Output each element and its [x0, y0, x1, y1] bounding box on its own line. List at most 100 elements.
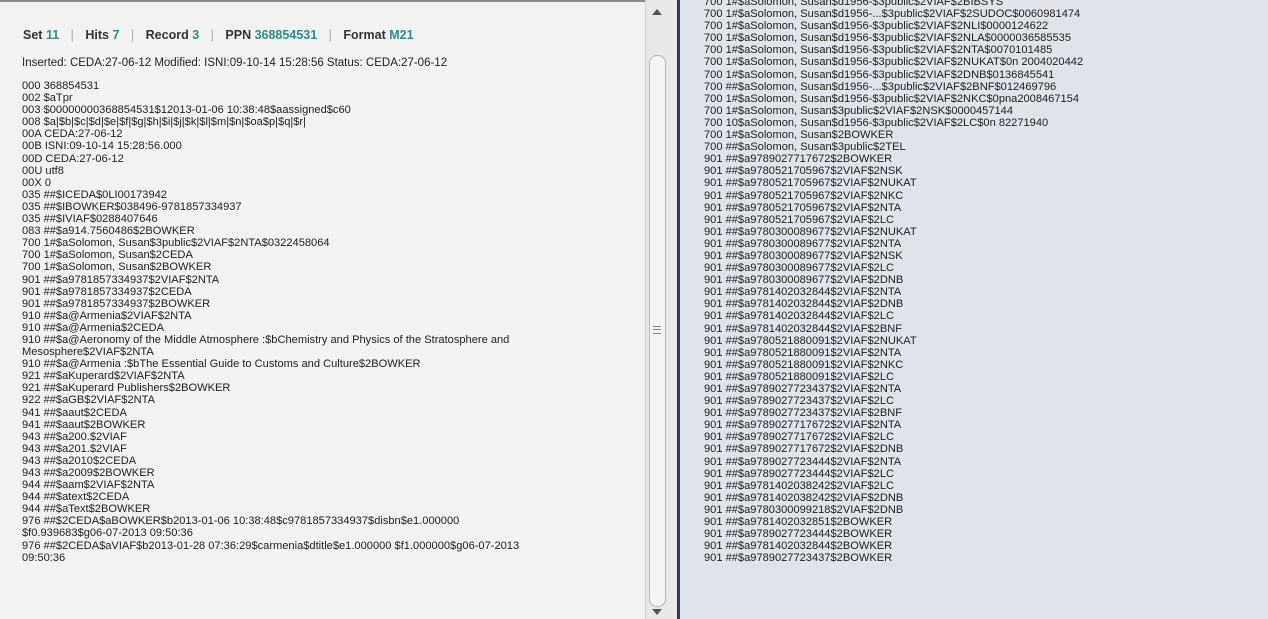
record-field-line: 000 368854531 [22, 80, 100, 92]
record-field-line: 901 ##$a9789027717672$2VIAF$2LC [704, 431, 894, 444]
record-field-line: 901 ##$a9789027717672$2VIAF$2NTA [704, 419, 902, 432]
record-field-line: 901 ##$a9789027723444$2VIAF$2NTA [704, 455, 902, 468]
record-field-line: 901 ##$a9780300089677$2VIAF$2NSK [704, 249, 903, 262]
status-separator: | [130, 28, 135, 42]
record-field-line: 700 1#$aSolomon, Susan$d1956-$3public$2V… [704, 0, 1004, 8]
scroll-grip-icon [653, 326, 661, 334]
record-field-line: 700 1#$aSolomon, Susan$d1956-$3public$2V… [704, 32, 1072, 45]
record-field-line: 910 ##$a@Armenia$2CEDA [22, 321, 165, 334]
record-field-line: 700 1#$aSolomon, Susan$d1956-...$3public… [704, 8, 1081, 21]
record-field-line: 00U utf8 [22, 164, 64, 177]
record-field-line: 901 ##$a9781402032844$2VIAF$2BNF [704, 322, 903, 335]
record-field-line: 901 ##$a9780300089677$2VIAF$2NUKAT [704, 225, 917, 238]
record-field-line: 901 ##$a9780300089677$2VIAF$2DNB [704, 274, 904, 287]
format-value: M21 [389, 28, 414, 42]
record-value: 3 [192, 28, 200, 42]
record-field-line: 003 $00000000368854531$12013-01-06 10:38… [22, 104, 351, 117]
record-field-line: 700 1#$aSolomon, Susan$d1956-$3public$2V… [704, 56, 1084, 69]
record-field-line: 941 ##$aaut$2CEDA [22, 406, 127, 419]
record-fields[interactable]: 000 368854531 002 $aTpr 003 $0000000036885… [22, 80, 622, 564]
record-field-line: 910 ##$a@Armenia :$bThe Essential Guide … [22, 358, 421, 371]
record-status-bar: Set 11 | Hits 7 | Record 3 | PPN 3688545… [23, 28, 414, 42]
record-field-line: 901 ##$a9781857334937$2VIAF$2NTA [22, 273, 220, 286]
record-field-line: 700 1#$aSolomon, Susan$d1956-$3public$2V… [704, 92, 1080, 105]
record-field-line: 901 ##$a9781402038242$2VIAF$2LC [704, 479, 894, 492]
record-field-line: 943 ##$a201.$2VIAF [22, 442, 127, 455]
record-field-line: 035 ##$ICEDA$0LI00173942 [22, 188, 167, 201]
record-field-line: 901 ##$a9780521705967$2VIAF$2LC [704, 213, 894, 226]
record-field-line: 901 ##$a9781857334937$2BOWKER [22, 297, 211, 310]
record-field-line: 901 ##$a9780300089677$2VIAF$2LC [704, 262, 894, 275]
record-field-line: 921 ##$aKuperard Publishers$2BOWKER [22, 382, 231, 395]
format-label: Format [343, 28, 386, 42]
merged-fields[interactable]: 700 1#$aSolomon, Susan$d1956-$3public$2V… [704, 0, 1083, 564]
record-field-line: 901 ##$a9780300099218$2VIAF$2DNB [704, 503, 904, 516]
set-value: 11 [45, 28, 60, 42]
record-field-line: 944 ##$aText$2BOWKER [22, 503, 151, 516]
record-field-line: 008 $a|$b|$c|$d|$e|$f|$g|$h|$i|$j|$k|$l|… [22, 116, 307, 129]
record-field-line: 083 ##$a914.7560486$2BOWKER [22, 225, 195, 238]
record-field-line: 700 1#$aSolomon, Susan$2BOWKER [22, 261, 212, 274]
record-field-line: 901 ##$a9781402032844$2VIAF$2LC [704, 310, 894, 323]
record-field-line: 901 ##$a9780521880091$2VIAF$2LC [704, 370, 894, 383]
record-field-line: 901 ##$a9789027717672$2BOWKER [704, 153, 893, 166]
record-display-pane: Set 11 | Hits 7 | Record 3 | PPN 3688545… [0, 0, 645, 619]
merged-fields-pane: 700 1#$aSolomon, Susan$d1956-$3public$2V… [680, 0, 1268, 619]
record-field-line: 943 ##$a200.$2VIAF [22, 430, 127, 443]
record-field-line: 901 ##$a9789027723437$2VIAF$2LC [704, 395, 894, 408]
record-field-line: 09:50:36 [22, 551, 66, 564]
record-metadata-line: Inserted: CEDA:27-06-12 Modified: ISNI:0… [22, 57, 448, 69]
scroll-down-arrow-icon[interactable] [652, 609, 662, 615]
ppn-value: 368854531 [254, 28, 318, 42]
record-field-line: 944 ##$aam$2VIAF$2NTA [22, 479, 155, 492]
record-field-line: 00B ISNI:09-10-14 15:28:56.000 [22, 140, 182, 153]
record-field-line: 700 1#$aSolomon, Susan$2BOWKER [704, 129, 894, 142]
record-field-line: 901 ##$a9789027723437$2VIAF$2NTA [704, 383, 902, 395]
record-field-line: 700 1#$aSolomon, Susan$d1956-$3public$2V… [704, 44, 1053, 57]
pane-top-border [0, 0, 645, 2]
scroll-up-arrow-icon[interactable] [652, 9, 662, 15]
record-field-line: 901 ##$a9789027717672$2VIAF$2DNB [704, 443, 904, 456]
status-separator: | [210, 28, 214, 42]
record-field-line: 700 1#$aSolomon, Susan$d1956-$3public$2V… [704, 20, 1049, 33]
record-field-line: 901 ##$a9789027723437$2BOWKER [704, 552, 893, 565]
record-field-line: 700 ##$aSolomon, Susan$d1956-...$3public… [704, 80, 1057, 93]
record-field-line: 901 ##$a9789027723444$2BOWKER [704, 528, 893, 541]
record-field-line: Mesosphere$2VIAF$2NTA [22, 346, 154, 359]
record-field-line: 901 ##$a9780521705967$2VIAF$2NKC [704, 189, 904, 202]
hits-value: 7 [112, 28, 120, 42]
record-field-line: 700 ##$aSolomon, Susan$3public$2TEL [704, 141, 906, 154]
record-field-line: 002 $aTpr [22, 92, 73, 105]
record-field-line: 910 ##$a@Aeronomy of the Middle Atmosphe… [22, 333, 510, 346]
ppn-label: PPN [225, 28, 252, 42]
record-field-line: 944 ##$atext$2CEDA [22, 491, 130, 504]
record-field-line: 00X 0 [22, 176, 51, 189]
record-field-line: 976 ##$2CEDA$aBOWKER$b2013-01-06 10:38:4… [22, 515, 460, 528]
record-field-line: 943 ##$a2010$2CEDA [22, 454, 137, 467]
record-field-line: 901 ##$a9780521880091$2VIAF$2NUKAT [704, 334, 917, 347]
record-field-line: 976 ##$2CEDA$aVIAF$b2013-01-28 07:36:29$… [22, 539, 520, 552]
record-field-line: 901 ##$a9789027723437$2VIAF$2BNF [704, 407, 903, 420]
record-field-line: 901 ##$a9780521705967$2VIAF$2NSK [704, 165, 903, 178]
record-field-line: 901 ##$a9781402032844$2VIAF$2DNB [704, 298, 904, 311]
record-field-line: 921 ##$aKuperard$2VIAF$2NTA [22, 370, 185, 383]
record-field-line: 901 ##$a9780521705967$2VIAF$2NTA [704, 201, 902, 214]
record-field-line: 700 10$aSolomon, Susan$d1956-$3public$2V… [704, 116, 1049, 129]
record-field-line: 901 ##$a9781402032844$2VIAF$2NTA [704, 286, 902, 299]
record-field-line: 901 ##$a9781402038242$2VIAF$2DNB [704, 491, 904, 504]
record-field-line: 700 1#$aSolomon, Susan$3public$2VIAF$2NS… [704, 104, 1014, 117]
scrollbar-thumb[interactable] [649, 55, 666, 607]
record-field-line: 700 1#$aSolomon, Susan$3public$2VIAF$2NT… [22, 237, 330, 250]
record-field-line: 901 ##$a9781402032844$2BOWKER [704, 540, 893, 553]
hits-label: Hits [85, 28, 109, 42]
status-separator: | [70, 28, 74, 42]
record-field-line: 035 ##$IVIAF$0288407646 [22, 213, 158, 226]
record-field-line: 941 ##$aaut$2BOWKER [22, 418, 146, 431]
record-field-line: 00A CEDA:27-06-12 [22, 128, 123, 141]
record-field-line: $f0.939683$g06-07-2013 09:50:36 [22, 527, 193, 540]
record-field-line: 901 ##$a9781857334937$2CEDA [22, 285, 192, 298]
record-label: Record [145, 28, 189, 42]
record-field-line: 901 ##$a9781402032851$2BOWKER [704, 516, 893, 529]
record-field-line: 901 ##$a9780521880091$2VIAF$2NKC [704, 358, 904, 371]
vertical-scrollbar[interactable] [645, 0, 670, 619]
